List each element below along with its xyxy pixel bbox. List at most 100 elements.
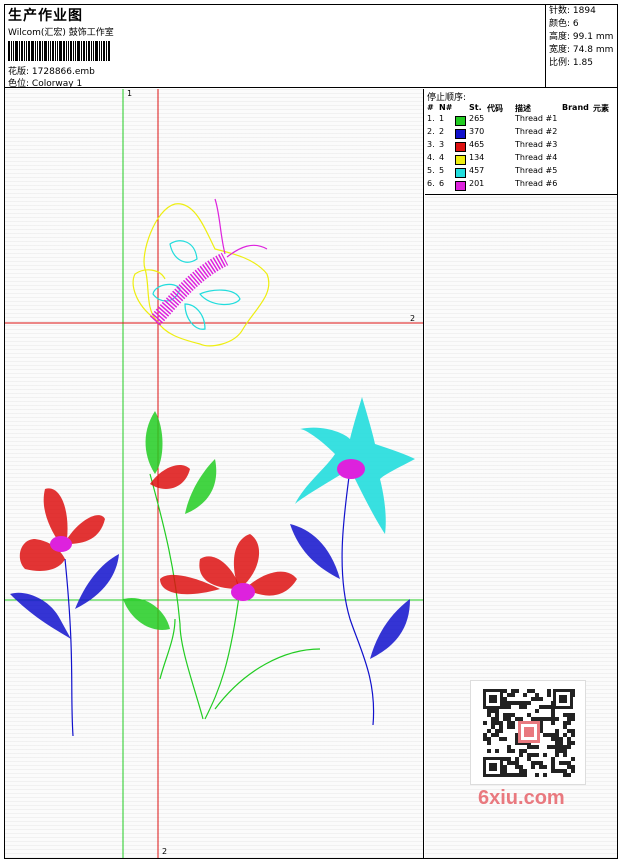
barcode-bar (70, 41, 72, 61)
stitches-line: 针数: 1894 (549, 5, 617, 18)
col-desc: 描述 (515, 104, 531, 113)
row-num: 3. (427, 140, 435, 149)
stop-sequence-row[interactable]: 5. 5 457 Thread #5 (425, 166, 617, 179)
height-value: 99.1 mm (572, 32, 614, 42)
color-swatch (455, 129, 466, 139)
stop-sequence-row[interactable]: 2. 2 370 Thread #2 (425, 127, 617, 140)
barcode-bar (19, 41, 20, 61)
barcode (8, 41, 145, 61)
barcode-bar (21, 41, 23, 61)
barcode-bar (26, 41, 27, 61)
row-desc: Thread #2 (515, 127, 558, 136)
barcode-bar (68, 41, 69, 61)
col-num: # (427, 103, 434, 112)
row-num: 1. (427, 114, 435, 123)
color-swatch (455, 142, 466, 152)
barcode-bar (95, 41, 98, 61)
stats-box: 针数: 1894 颜色: 6 高度: 99.1 mm 宽度: 74.8 mm 比… (545, 5, 617, 88)
row-n: 1 (439, 114, 445, 123)
barcode-bar (8, 41, 10, 61)
barcode-bar (52, 41, 54, 61)
marker-green-top: 1 (127, 89, 133, 98)
row-n: 5 (439, 166, 445, 175)
stop-sequence-row[interactable]: 1. 1 265 Thread #1 (425, 114, 617, 127)
row-code: 370 (469, 127, 485, 136)
barcode-bar (55, 41, 56, 61)
row-code: 201 (469, 179, 485, 188)
barcode-bar (103, 41, 105, 61)
row-desc: Thread #4 (515, 153, 558, 162)
row-n: 4 (439, 153, 445, 162)
colorway-label: 色位: (8, 79, 30, 89)
barcode-bar (13, 41, 14, 61)
barcode-bar (42, 41, 43, 61)
stop-sequence-panel: 停止顺序: # N# St. 代码 描述 Brand 元素 1. 1 265 Thre… (425, 89, 617, 195)
color-swatch (455, 116, 466, 126)
stop-sequence-row[interactable]: 3. 3 465 Thread #3 (425, 140, 617, 153)
row-desc: Thread #1 (515, 114, 558, 123)
right-flower (290, 397, 415, 726)
row-n: 3 (439, 140, 445, 149)
colors-value: 6 (572, 19, 579, 29)
stop-sequence-row[interactable]: 6. 6 201 Thread #6 (425, 179, 617, 192)
barcode-bar (37, 41, 38, 61)
barcode-bar (66, 41, 67, 61)
height-label: 高度: (549, 32, 571, 42)
barcode-bar (44, 41, 47, 61)
barcode-bar (91, 41, 92, 61)
qr-code (470, 680, 586, 785)
col-elem: 元素 (593, 104, 609, 113)
page-title: 生产作业图 (8, 8, 83, 24)
barcode-bar (73, 41, 74, 61)
barcode-bar (63, 41, 65, 61)
row-n: 6 (439, 179, 445, 188)
row-num: 6. (427, 179, 435, 188)
colors-line: 颜色: 6 (549, 18, 617, 31)
row-num: 5. (427, 166, 435, 175)
row-code: 465 (469, 140, 485, 149)
col-n: N# (439, 103, 453, 112)
barcode-bar (48, 41, 49, 61)
row-desc: Thread #3 (515, 140, 558, 149)
color-swatch (455, 155, 466, 165)
width-label: 宽度: (549, 45, 571, 55)
row-code: 457 (469, 166, 485, 175)
marker-red-right: 2 (410, 314, 416, 323)
scale-value: 1.85 (572, 58, 593, 68)
embroidery-canvas[interactable]: 1 2 2 (5, 89, 424, 858)
scale-label: 比例: (549, 58, 571, 68)
stitches-label: 针数: (549, 6, 571, 16)
barcode-bar (86, 41, 87, 61)
stop-sequence-row[interactable]: 4. 4 134 Thread #4 (425, 153, 617, 166)
watermark-text: 6xiu.com (478, 787, 565, 809)
middle-flower (123, 411, 321, 720)
color-swatch (455, 181, 466, 191)
barcode-bar (11, 41, 12, 61)
colors-label: 颜色: (549, 19, 571, 29)
row-desc: Thread #5 (515, 166, 558, 175)
marker-red-bottom: 2 (162, 847, 168, 856)
col-brand: Brand (562, 103, 589, 112)
width-line: 宽度: 74.8 mm (549, 44, 617, 57)
barcode-bar (75, 41, 76, 61)
row-code: 134 (469, 153, 485, 162)
barcode-bar (93, 41, 94, 61)
barcode-bar (15, 41, 18, 61)
barcode-bar (106, 41, 107, 61)
col-st: St. (469, 103, 482, 112)
row-num: 4. (427, 153, 435, 162)
barcode-bar (81, 41, 82, 61)
barcode-bar (83, 41, 85, 61)
color-swatch (455, 168, 466, 178)
scale-line: 比例: 1.85 (549, 57, 617, 70)
barcode-bar (24, 41, 25, 61)
row-code: 265 (469, 114, 485, 123)
header: 生产作业图 Wilcom(汇宏) 鼓饰工作室 花版: 1728866.emb 色… (5, 5, 545, 89)
width-value: 74.8 mm (572, 45, 614, 55)
barcode-bar (77, 41, 80, 61)
colorway-value: Colorway 1 (31, 79, 83, 89)
barcode-bar (50, 41, 51, 61)
barcode-bar (101, 41, 102, 61)
stitches-value: 1894 (572, 6, 596, 16)
left-flower (10, 488, 119, 737)
